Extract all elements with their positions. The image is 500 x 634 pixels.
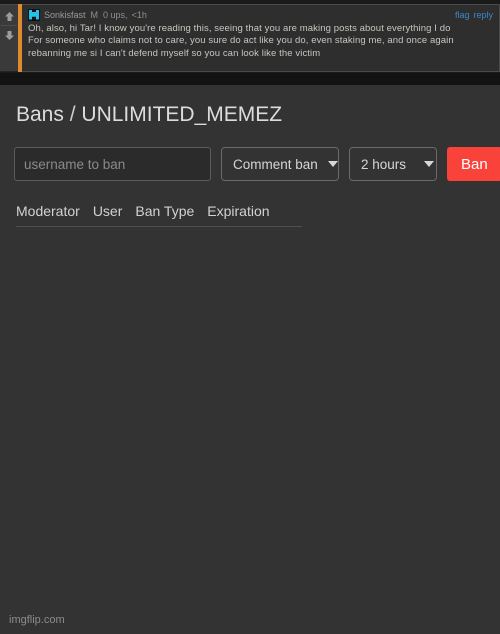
username-to-ban-input[interactable] <box>14 147 211 181</box>
ban-duration-select[interactable]: 2 hours <box>349 147 437 181</box>
reply-link[interactable]: reply <box>473 10 493 20</box>
page-title-separator: / <box>69 103 76 126</box>
bans-table-header-row: Moderator User Ban Type Expiration <box>16 203 302 227</box>
comment-screenshot-strip: Sonkisfast M 0 ups, <1h flag reply Oh, a… <box>0 0 500 85</box>
column-ban-type: Ban Type <box>135 203 195 219</box>
page-title-prefix: Bans <box>16 103 64 126</box>
column-moderator: Moderator <box>16 203 80 219</box>
ban-type-value: Comment ban <box>233 156 318 172</box>
comment-username[interactable]: Sonkisfast <box>44 10 86 20</box>
moderator-badge: M <box>90 9 99 20</box>
comment-age: <1h <box>131 9 147 20</box>
page-title: Bans / UNLIMITED_MEMEZ <box>16 103 282 127</box>
upvote-icon[interactable] <box>1 7 17 25</box>
ban-type-select[interactable]: Comment ban <box>221 147 339 181</box>
comment-body-text: Oh, also, hi Tar! I know you're reading … <box>28 23 454 59</box>
comment-header: Sonkisfast M 0 ups, <1h flag reply <box>28 8 493 21</box>
chevron-down-icon <box>327 161 338 167</box>
bans-table: Moderator User Ban Type Expiration <box>16 203 302 227</box>
ban-form: Comment ban 2 hours Ban <box>14 147 500 181</box>
column-expiration: Expiration <box>207 203 270 219</box>
page-title-target: UNLIMITED_MEMEZ <box>81 103 283 126</box>
avatar-glyph-icon <box>29 9 39 20</box>
ban-duration-value: 2 hours <box>361 156 407 172</box>
vote-column <box>0 4 18 72</box>
imgflip-watermark: imgflip.com <box>9 614 65 626</box>
column-user: User <box>92 203 123 219</box>
comment: Sonkisfast M 0 ups, <1h flag reply Oh, a… <box>0 4 500 72</box>
avatar <box>28 8 40 21</box>
comment-actions: flag reply <box>455 10 493 20</box>
downvote-icon[interactable] <box>1 26 17 44</box>
bans-page: Bans / UNLIMITED_MEMEZ Comment ban 2 hou… <box>0 85 500 634</box>
comment-panel: Sonkisfast M 0 ups, <1h flag reply Oh, a… <box>22 4 500 72</box>
comment-points: 0 ups, <box>103 9 128 20</box>
flag-link[interactable]: flag <box>455 10 470 20</box>
chevron-down-icon <box>424 161 435 167</box>
ban-submit-button[interactable]: Ban <box>447 147 500 181</box>
strip-divider <box>0 73 500 85</box>
